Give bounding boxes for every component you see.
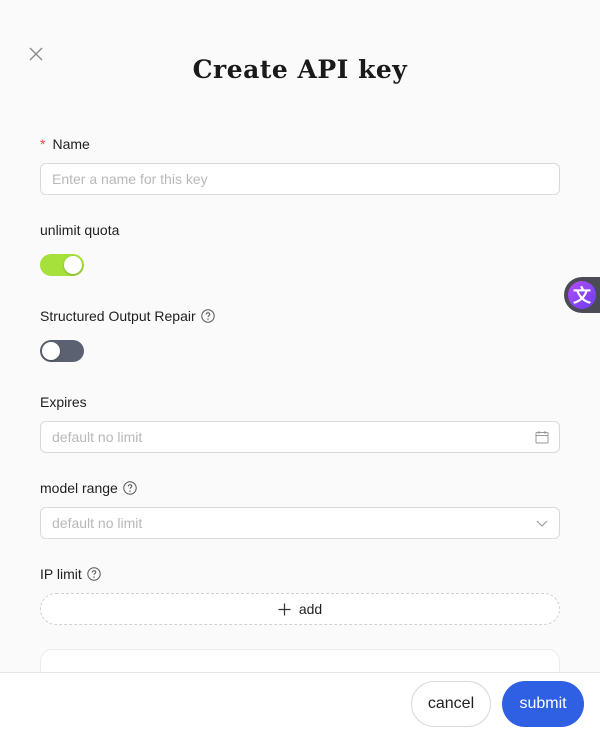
model-range-label-text: model range bbox=[40, 480, 118, 496]
name-input-wrapper bbox=[40, 163, 560, 195]
calendar-icon bbox=[535, 431, 549, 444]
toggle-knob bbox=[64, 256, 82, 274]
unlimit-quota-label-text: unlimit quota bbox=[40, 222, 120, 238]
ip-limit-label: IP limit bbox=[40, 565, 101, 583]
expires-placeholder: default no limit bbox=[52, 429, 143, 445]
model-range-placeholder: default no limit bbox=[52, 515, 143, 531]
submit-button[interactable]: submit bbox=[502, 681, 584, 727]
add-ip-button[interactable]: add bbox=[40, 593, 560, 625]
name-label-text: Name bbox=[52, 136, 90, 152]
expires-label: Expires bbox=[40, 393, 87, 411]
model-range-select[interactable]: default no limit bbox=[40, 507, 560, 539]
translate-widget-icon: 文 bbox=[568, 281, 596, 309]
help-icon[interactable] bbox=[123, 481, 137, 495]
expires-date-picker[interactable]: default no limit bbox=[40, 421, 560, 453]
structured-output-repair-toggle[interactable] bbox=[40, 340, 84, 362]
required-mark: * bbox=[40, 136, 46, 152]
help-icon[interactable] bbox=[87, 567, 101, 581]
translate-widget[interactable]: 文 bbox=[564, 277, 600, 313]
add-ip-button-label: add bbox=[298, 601, 323, 617]
cancel-button[interactable]: cancel bbox=[411, 681, 491, 727]
ip-limit-label-text: IP limit bbox=[40, 566, 82, 582]
dialog-title: Create API key bbox=[192, 55, 408, 84]
unlimit-quota-label: unlimit quota bbox=[40, 221, 119, 239]
name-input[interactable] bbox=[41, 164, 559, 194]
model-range-label: model range bbox=[40, 479, 137, 497]
unlimit-quota-toggle[interactable] bbox=[40, 254, 84, 276]
name-label: * Name bbox=[40, 135, 90, 153]
plus-icon bbox=[278, 603, 291, 615]
toggle-knob bbox=[42, 342, 60, 360]
chevron-down-icon bbox=[536, 520, 548, 527]
help-icon[interactable] bbox=[200, 309, 215, 323]
structured-output-repair-label-text: Structured Output Repair bbox=[40, 308, 196, 324]
structured-output-repair-label: Structured Output Repair bbox=[40, 307, 215, 325]
expires-label-text: Expires bbox=[40, 394, 87, 410]
